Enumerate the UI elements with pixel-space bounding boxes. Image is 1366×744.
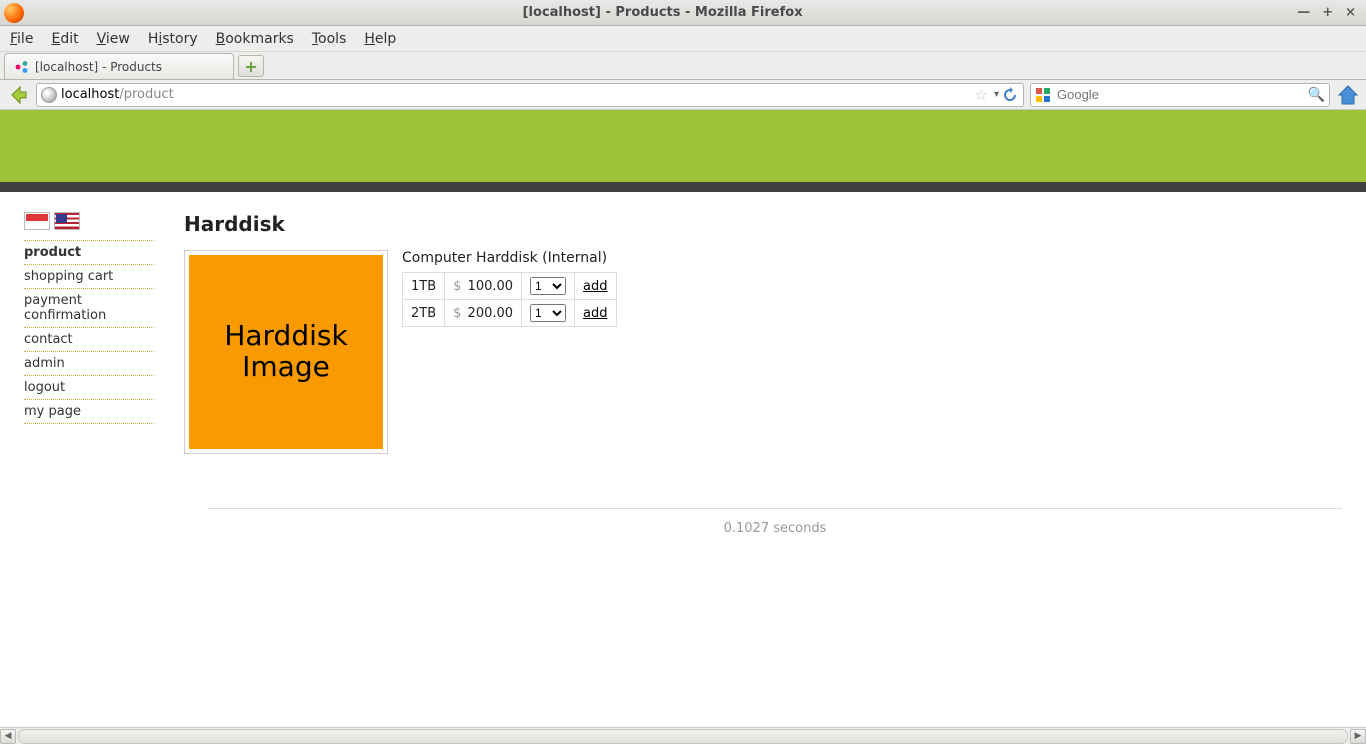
sidebar-nav: productshopping cartpayment confirmation… xyxy=(24,240,154,424)
scroll-left-button[interactable]: ◀ xyxy=(0,729,16,744)
browser-menubar: File Edit View History Bookmarks Tools H… xyxy=(0,26,1366,52)
variant-size: 2TB xyxy=(403,300,445,327)
menu-bookmarks[interactable]: Bookmarks xyxy=(216,31,294,47)
variant-size: 1TB xyxy=(403,273,445,300)
window-title: [localhost] - Products - Mozilla Firefox xyxy=(28,5,1297,20)
currency-symbol: $ xyxy=(453,279,463,294)
navigation-bar: localhost/product ☆ ▾ 🔍 xyxy=(0,80,1366,110)
quantity-select[interactable]: 1 xyxy=(530,304,566,322)
variant-row: 2TB$ 200.00 1 add xyxy=(403,300,617,327)
page-header-banner xyxy=(0,110,1366,182)
reload-button[interactable] xyxy=(1001,86,1019,104)
sidebar-item-shopping-cart[interactable]: shopping cart xyxy=(24,265,154,289)
variant-table: 1TB$ 100.00 1 add 2TB$ 200.00 1 add xyxy=(402,272,617,327)
sidebar-item-payment-confirmation[interactable]: payment confirmation xyxy=(24,289,154,328)
sidebar-item-my-page[interactable]: my page xyxy=(24,400,154,424)
product-title: Harddisk xyxy=(184,212,1342,236)
page-footer-timing: 0.1027 seconds xyxy=(208,508,1342,536)
menu-help[interactable]: Help xyxy=(364,31,396,47)
home-button[interactable] xyxy=(1336,83,1360,107)
search-icon[interactable]: 🔍 xyxy=(1308,87,1325,103)
url-dropdown-icon[interactable]: ▾ xyxy=(994,89,999,100)
url-host: localhost xyxy=(61,87,119,102)
back-button[interactable] xyxy=(6,83,30,107)
new-tab-button[interactable]: + xyxy=(238,55,264,77)
globe-icon xyxy=(41,87,57,103)
page-content: productshopping cartpayment confirmation… xyxy=(0,110,1366,536)
bookmark-star-icon[interactable]: ☆ xyxy=(975,86,988,104)
menu-edit[interactable]: Edit xyxy=(51,31,78,47)
sidebar-item-product[interactable]: product xyxy=(24,240,154,265)
variant-qty-cell: 1 xyxy=(522,300,575,327)
horizontal-scrollbar[interactable]: ◀ ▶ xyxy=(0,727,1366,744)
flag-indonesia[interactable] xyxy=(24,212,50,230)
menu-tools[interactable]: Tools xyxy=(312,31,347,47)
window-close-icon[interactable]: × xyxy=(1345,5,1356,20)
tab-bar: [localhost] - Products + xyxy=(0,52,1366,80)
sidebar: productshopping cartpayment confirmation… xyxy=(24,212,184,454)
add-to-cart-link[interactable]: add xyxy=(583,306,607,321)
tab-label: [localhost] - Products xyxy=(35,60,162,74)
url-bar[interactable]: localhost/product ☆ ▾ xyxy=(36,83,1024,107)
add-to-cart-link[interactable]: add xyxy=(583,279,607,294)
scrollbar-track[interactable] xyxy=(18,729,1348,744)
sidebar-item-contact[interactable]: contact xyxy=(24,328,154,352)
variant-qty-cell: 1 xyxy=(522,273,575,300)
variant-action-cell: add xyxy=(575,273,616,300)
sidebar-item-admin[interactable]: admin xyxy=(24,352,154,376)
menu-view[interactable]: View xyxy=(97,31,130,47)
tab-favicon-icon xyxy=(15,60,29,74)
variant-price: $ 100.00 xyxy=(445,273,522,300)
currency-symbol: $ xyxy=(453,306,463,321)
main-content: Harddisk Harddisk Image Computer Harddis… xyxy=(184,212,1342,454)
product-image: Harddisk Image xyxy=(184,250,388,454)
quantity-select[interactable]: 1 xyxy=(530,277,566,295)
google-icon xyxy=(1035,87,1051,103)
scroll-right-button[interactable]: ▶ xyxy=(1350,729,1366,744)
menu-file[interactable]: File xyxy=(10,31,33,47)
window-minimize-icon[interactable]: — xyxy=(1297,5,1310,20)
window-maximize-icon[interactable]: + xyxy=(1322,5,1333,20)
url-path: /product xyxy=(119,87,173,102)
firefox-icon xyxy=(4,3,24,23)
variant-row: 1TB$ 100.00 1 add xyxy=(403,273,617,300)
product-image-label: Harddisk Image xyxy=(189,255,383,449)
search-input[interactable] xyxy=(1057,87,1308,102)
menu-history[interactable]: History xyxy=(148,31,198,47)
flag-usa[interactable] xyxy=(54,212,80,230)
sidebar-item-logout[interactable]: logout xyxy=(24,376,154,400)
window-titlebar: [localhost] - Products - Mozilla Firefox… xyxy=(0,0,1366,26)
product-description: Computer Harddisk (Internal) xyxy=(402,250,617,266)
search-box[interactable]: 🔍 xyxy=(1030,83,1330,107)
tab-products[interactable]: [localhost] - Products xyxy=(4,53,234,79)
variant-action-cell: add xyxy=(575,300,616,327)
variant-price: $ 200.00 xyxy=(445,300,522,327)
page-header-divider xyxy=(0,182,1366,192)
